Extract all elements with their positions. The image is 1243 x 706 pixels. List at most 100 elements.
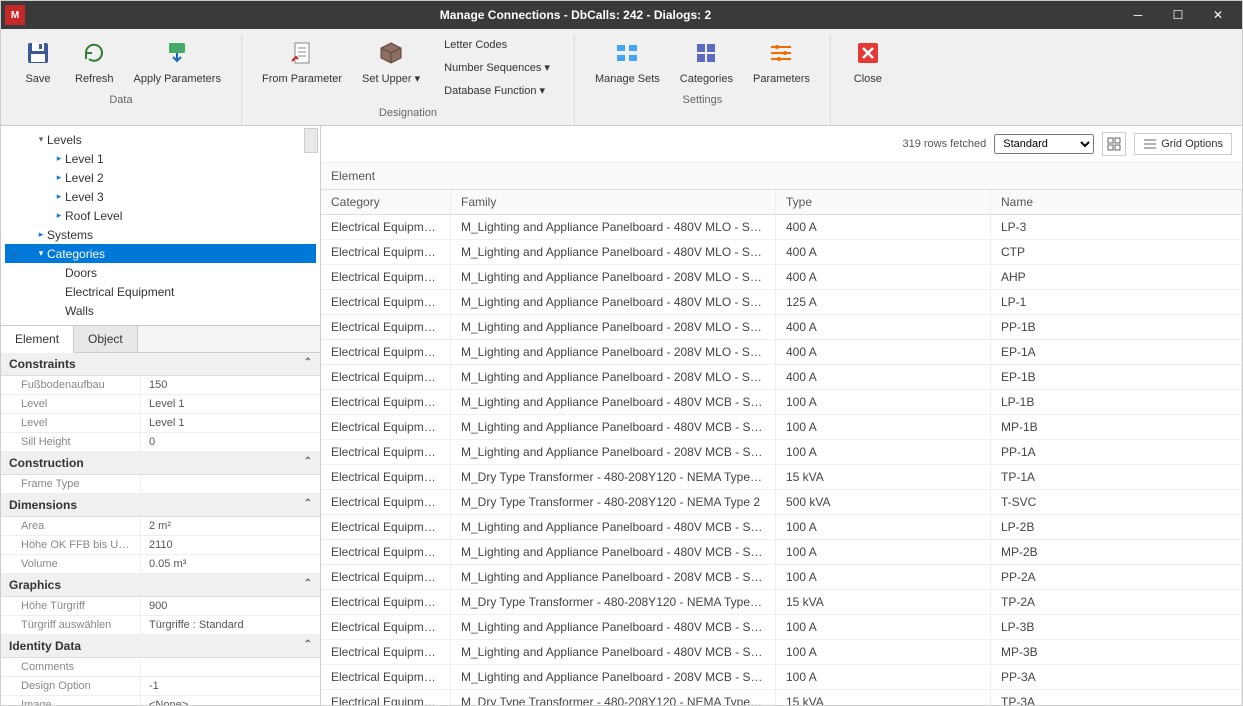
tab-element[interactable]: Element — [1, 326, 74, 353]
grid-layout-icon[interactable] — [1102, 132, 1126, 156]
table-row[interactable]: Electrical EquipmentM_Lighting and Appli… — [321, 615, 1242, 640]
table-row[interactable]: Electrical EquipmentM_Lighting and Appli… — [321, 215, 1242, 240]
prop-value[interactable]: 2 m² — [141, 517, 320, 535]
number-sequences-item[interactable]: Number Sequences ▾ — [440, 59, 554, 76]
prop-value[interactable]: Level 1 — [141, 414, 320, 432]
ribbon-button-label: Close — [854, 73, 882, 86]
prop-section-header[interactable]: Dimensions⌃ — [1, 494, 320, 517]
maximize-button[interactable]: ☐ — [1158, 1, 1198, 29]
tree-node[interactable]: →▾ Categories — [5, 244, 316, 263]
prop-value[interactable]: Türgriffe : Standard — [141, 616, 320, 634]
table-row[interactable]: Electrical EquipmentM_Lighting and Appli… — [321, 565, 1242, 590]
chevron-right-icon[interactable]: ▸ — [53, 210, 65, 221]
prop-row[interactable]: LevelLevel 1 — [1, 414, 320, 433]
prop-row[interactable]: Höhe Türgriff900 — [1, 597, 320, 616]
chevron-right-icon[interactable]: ▸ — [53, 153, 65, 164]
apply-parameters-button[interactable]: Apply Parameters — [126, 33, 229, 90]
prop-value[interactable]: <None> — [141, 696, 320, 705]
data-grid[interactable]: Element Category Family Type Name Electr… — [321, 163, 1242, 705]
prop-row[interactable]: Frame Type — [1, 475, 320, 494]
table-row[interactable]: Electrical EquipmentM_Lighting and Appli… — [321, 540, 1242, 565]
table-row[interactable]: Electrical EquipmentM_Lighting and Appli… — [321, 265, 1242, 290]
prop-value[interactable]: 0.05 m³ — [141, 555, 320, 573]
chevron-right-icon[interactable]: ▸ — [35, 229, 47, 240]
close-button[interactable]: Close — [843, 33, 893, 90]
categories-button[interactable]: Categories — [672, 33, 741, 90]
doc-icon — [286, 37, 318, 69]
chevron-down-icon[interactable]: ▾ — [35, 248, 47, 259]
window-close-button[interactable]: ✕ — [1198, 1, 1238, 29]
prop-row[interactable]: Türgriff auswählenTürgriffe : Standard — [1, 616, 320, 635]
prop-row[interactable]: Design Option-1 — [1, 677, 320, 696]
tree-node[interactable]: ▸ Systems — [5, 225, 316, 244]
prop-section-header[interactable]: Construction⌃ — [1, 452, 320, 475]
table-row[interactable]: Electrical EquipmentM_Dry Type Transform… — [321, 465, 1242, 490]
prop-row[interactable]: Comments — [1, 658, 320, 677]
prop-row[interactable]: Sill Height0 — [1, 433, 320, 452]
table-row[interactable]: Electrical EquipmentM_Dry Type Transform… — [321, 590, 1242, 615]
chevron-down-icon: ▾ — [412, 73, 421, 85]
prop-section-header[interactable]: Graphics⌃ — [1, 574, 320, 597]
chevron-up-icon: ⌃ — [304, 357, 312, 371]
tree-node[interactable]: Doors — [5, 263, 316, 282]
tab-object[interactable]: Object — [74, 326, 138, 352]
tree-node[interactable]: ▸ Level 3 — [5, 187, 316, 206]
table-row[interactable]: Electrical EquipmentM_Lighting and Appli… — [321, 365, 1242, 390]
col-header-family[interactable]: Family — [451, 190, 776, 214]
chevron-down-icon[interactable]: ▾ — [35, 134, 47, 145]
prop-row[interactable]: Volume0.05 m³ — [1, 555, 320, 574]
prop-value[interactable]: 2110 — [141, 536, 320, 554]
from-parameter-button[interactable]: From Parameter — [254, 33, 350, 103]
table-row[interactable]: Electrical EquipmentM_Lighting and Appli… — [321, 340, 1242, 365]
table-row[interactable]: Electrical EquipmentM_Lighting and Appli… — [321, 315, 1242, 340]
table-row[interactable]: Electrical EquipmentM_Lighting and Appli… — [321, 515, 1242, 540]
table-row[interactable]: Electrical EquipmentM_Lighting and Appli… — [321, 415, 1242, 440]
table-row[interactable]: Electrical EquipmentM_Lighting and Appli… — [321, 390, 1242, 415]
prop-value[interactable]: Level 1 — [141, 395, 320, 413]
tree-node[interactable]: Electrical Equipment — [5, 282, 316, 301]
minimize-button[interactable]: ─ — [1118, 1, 1158, 29]
parameters-button[interactable]: Parameters — [745, 33, 818, 90]
tree-node[interactable]: ▸ Level 1 — [5, 149, 316, 168]
col-header-type[interactable]: Type — [776, 190, 991, 214]
letter-codes-item[interactable]: Letter Codes — [440, 37, 554, 53]
database-function-item[interactable]: Database Function ▾ — [440, 82, 554, 99]
tree-node[interactable]: Walls — [5, 301, 316, 320]
prop-row[interactable]: Image<None> — [1, 696, 320, 705]
prop-value[interactable]: 900 — [141, 597, 320, 615]
table-row[interactable]: Electrical EquipmentM_Lighting and Appli… — [321, 640, 1242, 665]
manage-sets-button[interactable]: Manage Sets — [587, 33, 668, 90]
table-row[interactable]: Electrical EquipmentM_Lighting and Appli… — [321, 240, 1242, 265]
prop-value[interactable]: 0 — [141, 433, 320, 451]
table-row[interactable]: Electrical EquipmentM_Lighting and Appli… — [321, 290, 1242, 315]
save-button[interactable]: Save — [13, 33, 63, 90]
table-row[interactable]: Electrical EquipmentM_Lighting and Appli… — [321, 665, 1242, 690]
prop-value[interactable]: -1 — [141, 677, 320, 695]
cell-family: M_Lighting and Appliance Panelboard - 48… — [451, 540, 776, 564]
property-grid[interactable]: Constraints⌃Fußbodenaufbau150LevelLevel … — [1, 353, 320, 705]
col-header-category[interactable]: Category — [321, 190, 451, 214]
table-row[interactable]: Electrical EquipmentM_Dry Type Transform… — [321, 690, 1242, 705]
tree-node[interactable]: ▾ Levels — [5, 130, 316, 149]
chevron-right-icon[interactable]: ▸ — [53, 172, 65, 183]
prop-section-header[interactable]: Constraints⌃ — [1, 353, 320, 376]
table-row[interactable]: Electrical EquipmentM_Lighting and Appli… — [321, 440, 1242, 465]
col-header-name[interactable]: Name — [991, 190, 1242, 214]
prop-value[interactable]: 150 — [141, 376, 320, 394]
view-select[interactable]: Standard — [994, 134, 1094, 154]
prop-row[interactable]: Höhe OK FFB bis UK ...2110 — [1, 536, 320, 555]
prop-value[interactable] — [141, 475, 320, 493]
table-row[interactable]: Electrical EquipmentM_Dry Type Transform… — [321, 490, 1242, 515]
prop-section-header[interactable]: Identity Data⌃ — [1, 635, 320, 658]
grid-options-button[interactable]: Grid Options — [1134, 133, 1232, 155]
tree-node[interactable]: ▸ Level 2 — [5, 168, 316, 187]
set-upper-button[interactable]: Set Upper ▾ — [354, 33, 428, 103]
chevron-right-icon[interactable]: ▸ — [53, 191, 65, 202]
cell-name: LP-3 — [991, 215, 1242, 239]
prop-row[interactable]: Area2 m² — [1, 517, 320, 536]
prop-value[interactable] — [141, 658, 320, 676]
tree-node[interactable]: ▸ Roof Level — [5, 206, 316, 225]
prop-row[interactable]: LevelLevel 1 — [1, 395, 320, 414]
refresh-button[interactable]: Refresh — [67, 33, 122, 90]
prop-row[interactable]: Fußbodenaufbau150 — [1, 376, 320, 395]
